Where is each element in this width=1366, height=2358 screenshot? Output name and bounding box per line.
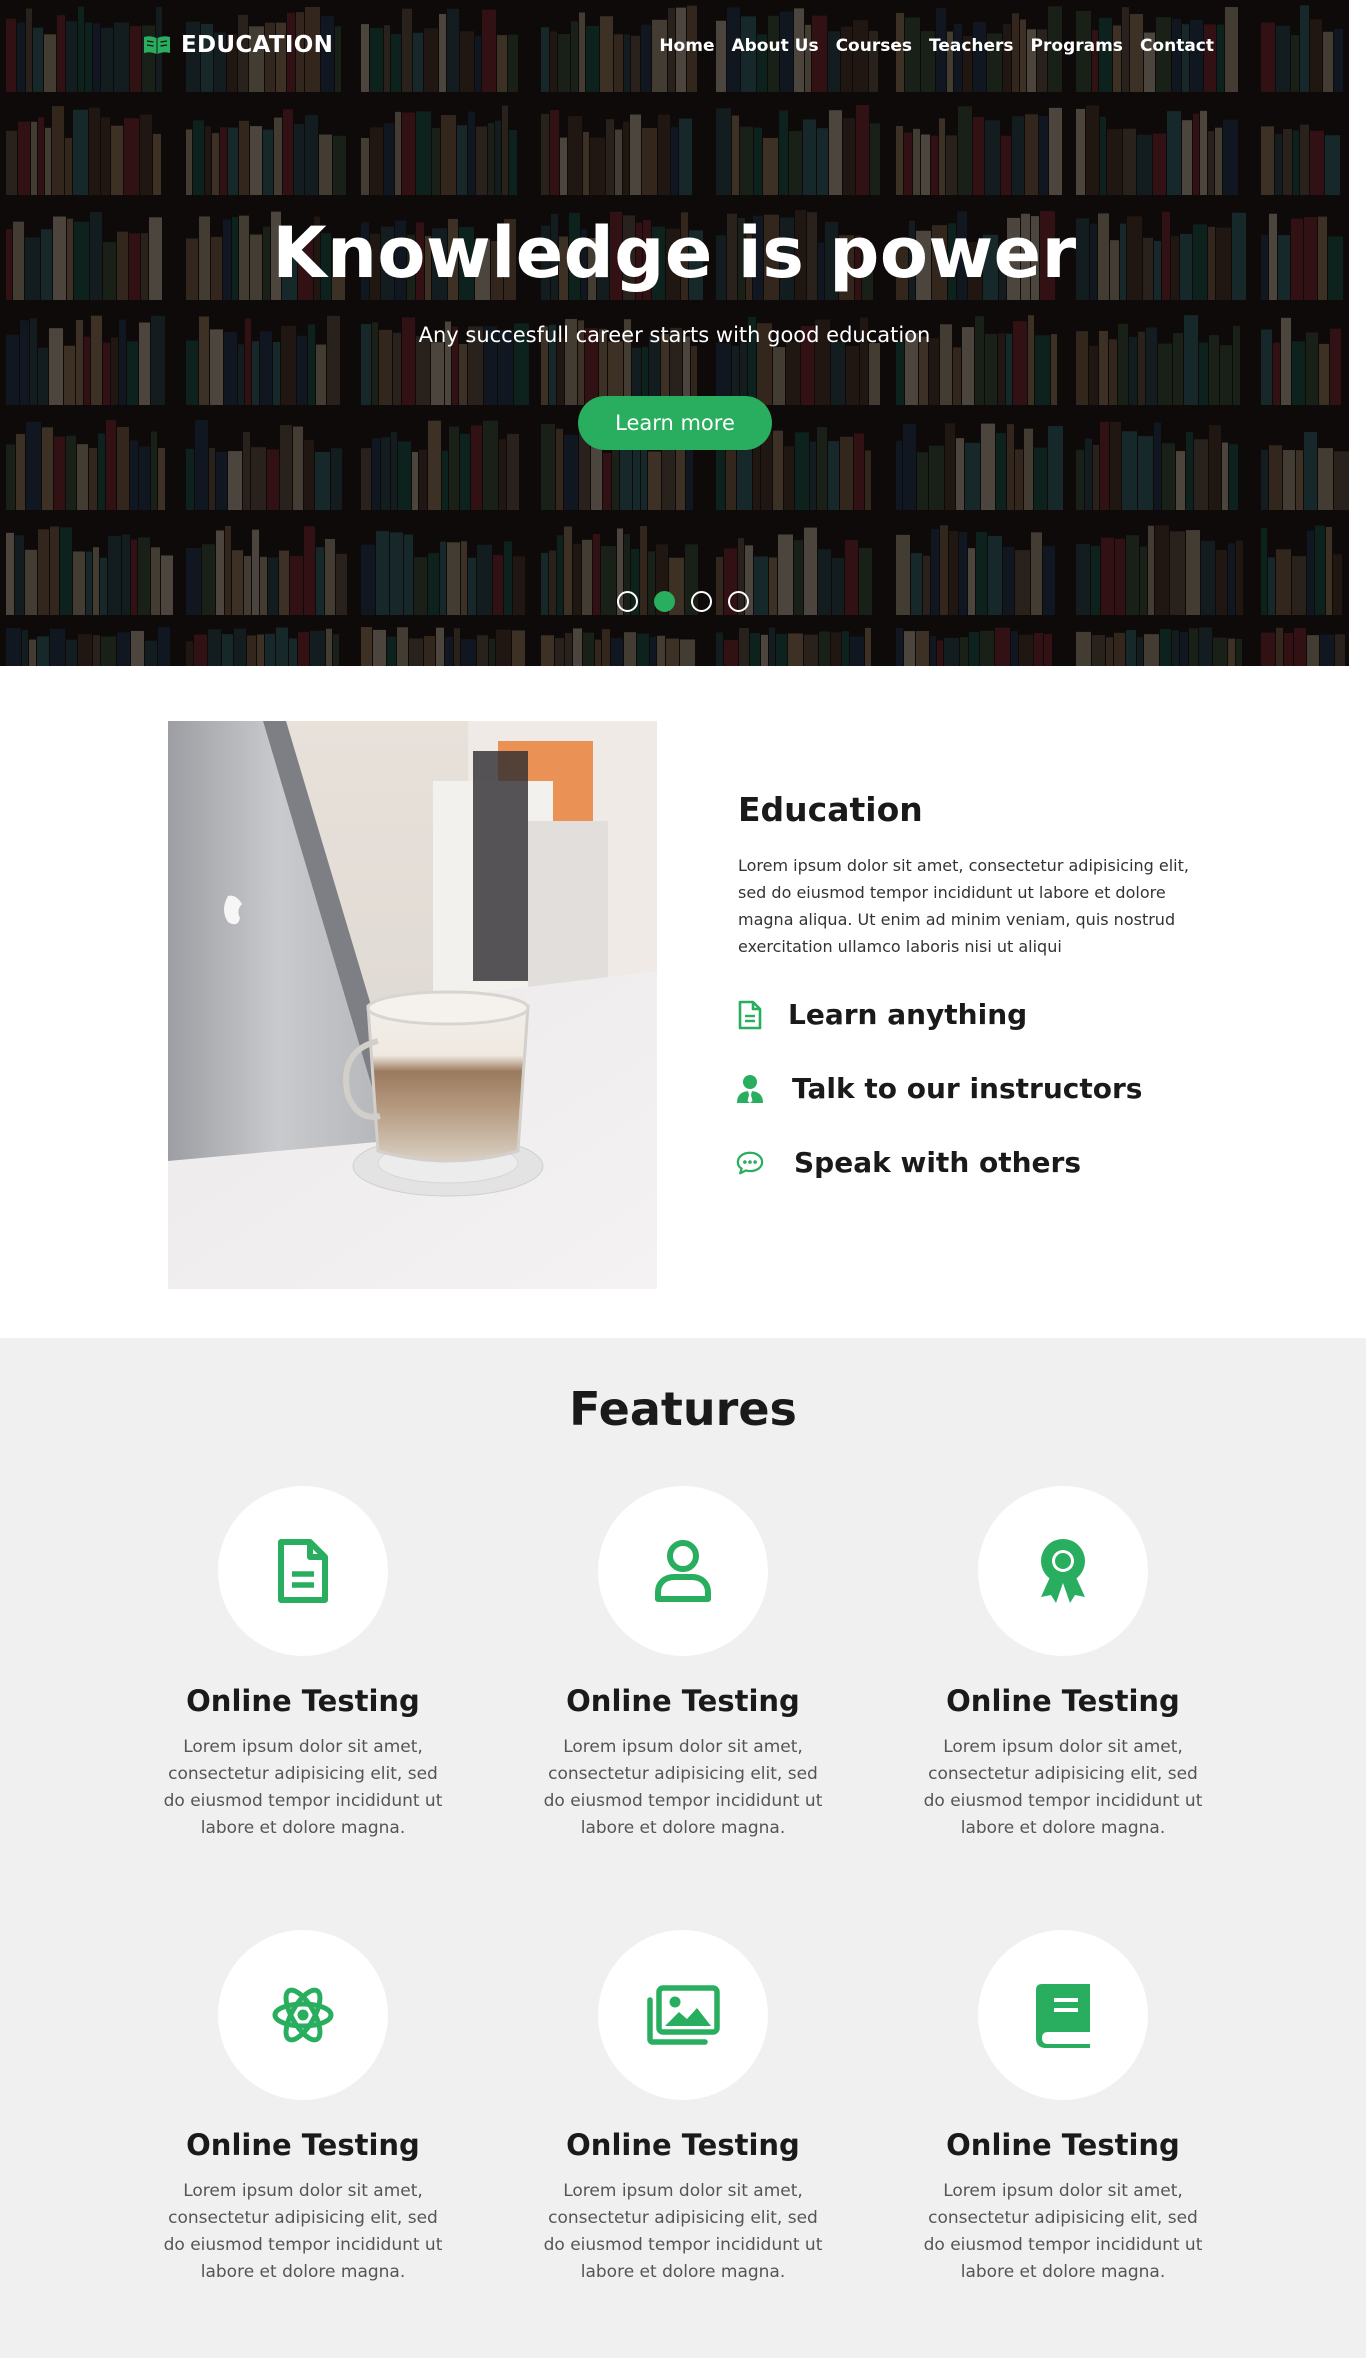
feature-card: Online Testing Lorem ipsum dolor sit ame… [913, 1486, 1213, 1842]
feature-icon-circle [598, 1486, 768, 1656]
open-book-icon [144, 36, 170, 54]
feature-card: Online Testing Lorem ipsum dolor sit ame… [913, 1930, 1213, 2286]
carousel-dot-2[interactable] [654, 591, 675, 612]
chat-icon [736, 1148, 764, 1178]
education-description: Lorem ipsum dolor sit amet, consectetur … [738, 856, 1189, 956]
feature-card-title: Online Testing [566, 2128, 800, 2162]
feature-card: Online Testing Lorem ipsum dolor sit ame… [153, 1930, 453, 2286]
feature-item-instructors: Talk to our instructors [736, 1072, 1142, 1105]
brand-logo[interactable]: EDUCATION [143, 32, 333, 58]
atom-icon [272, 1987, 334, 2043]
feature-card-title: Online Testing [186, 2128, 420, 2162]
feature-card: Online Testing Lorem ipsum dolor sit ame… [533, 1930, 833, 2286]
education-title: Education [738, 790, 923, 829]
nav-home[interactable]: Home [659, 36, 714, 56]
feature-card-text: Lorem ipsum dolor sit amet, consectetur … [923, 2181, 1203, 2282]
feature-card-text: Lorem ipsum dolor sit amet, consectetur … [163, 1737, 443, 1838]
feature-card-title: Online Testing [186, 1684, 420, 1718]
feature-item-label: Learn anything [788, 998, 1028, 1031]
hero-section: EDUCATION Home About Us Courses Teachers… [0, 0, 1349, 666]
carousel-dot-1[interactable] [617, 591, 638, 612]
document-icon [278, 1539, 328, 1603]
nav-courses[interactable]: Courses [836, 36, 912, 56]
feature-card-title: Online Testing [946, 1684, 1180, 1718]
features-title: Features [569, 1382, 797, 1436]
feature-icon-circle [218, 1930, 388, 2100]
document-icon [736, 1000, 764, 1030]
nav-programs[interactable]: Programs [1031, 36, 1123, 56]
book-icon [1036, 1984, 1090, 2048]
feature-card-text: Lorem ipsum dolor sit amet, consectetur … [923, 1737, 1203, 1838]
feature-card-title: Online Testing [946, 2128, 1180, 2162]
feature-icon-circle [598, 1930, 768, 2100]
feature-icon-circle [978, 1930, 1148, 2100]
hero-subtitle: Any succesfull career starts with good e… [418, 323, 931, 347]
feature-card: Online Testing Lorem ipsum dolor sit ame… [533, 1486, 833, 1842]
feature-card-text: Lorem ipsum dolor sit amet, consectetur … [543, 2181, 823, 2282]
feature-card: Online Testing Lorem ipsum dolor sit ame… [153, 1486, 453, 1842]
laptop-coffee-photo [168, 721, 657, 1289]
feature-item-learn: Learn anything [736, 998, 1027, 1031]
feature-icon-circle [218, 1486, 388, 1656]
gallery-icon [647, 1985, 720, 2045]
main-menu: Home About Us Courses Teachers Programs … [659, 36, 1214, 56]
user-icon [655, 1540, 711, 1602]
carousel-dot-3[interactable] [691, 591, 712, 612]
instructor-icon [736, 1074, 764, 1104]
feature-card-text: Lorem ipsum dolor sit amet, consectetur … [163, 2181, 443, 2282]
award-icon [1041, 1539, 1085, 1603]
carousel-dot-4[interactable] [728, 591, 749, 612]
navbar: EDUCATION Home About Us Courses Teachers… [0, 0, 1349, 95]
features-section: Features Online Testing Lorem ipsum dolo… [0, 1338, 1366, 2358]
nav-teachers[interactable]: Teachers [929, 36, 1014, 56]
hero-title: Knowledge is power [272, 212, 1077, 294]
feature-card-title: Online Testing [566, 1684, 800, 1718]
nav-about-us[interactable]: About Us [731, 36, 818, 56]
feature-item-speak: Speak with others [736, 1146, 1081, 1179]
feature-icon-circle [978, 1486, 1148, 1656]
feature-item-label: Talk to our instructors [792, 1072, 1143, 1105]
carousel-indicators [617, 591, 749, 612]
brand-name: EDUCATION [181, 32, 334, 58]
learn-more-button[interactable]: Learn more [578, 396, 772, 450]
feature-item-label: Speak with others [794, 1146, 1082, 1179]
nav-contact[interactable]: Contact [1140, 36, 1214, 56]
feature-card-text: Lorem ipsum dolor sit amet, consectetur … [543, 1737, 823, 1838]
